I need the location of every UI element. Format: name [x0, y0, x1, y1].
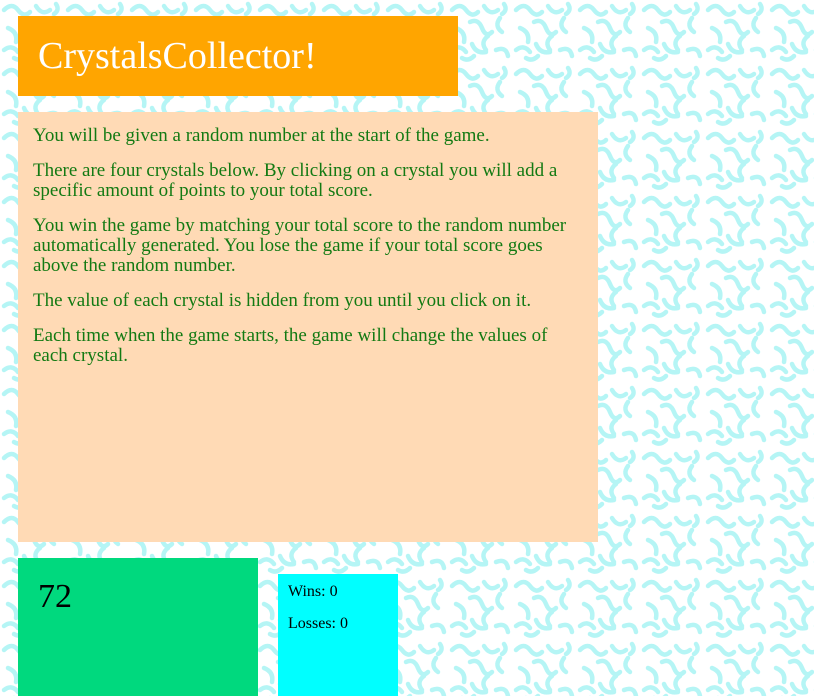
title-banner: CrystalsCollector!: [18, 16, 458, 96]
instruction-paragraph: There are four crystals below. By clicki…: [33, 160, 558, 201]
target-number-panel: 72: [18, 558, 258, 696]
instruction-paragraph: You win the game by matching your total …: [33, 215, 567, 276]
target-number: 72: [38, 578, 72, 615]
instructions-panel: You will be given a random number at the…: [18, 112, 598, 542]
losses-counter: Losses: 0: [288, 615, 348, 632]
instruction-paragraph: Each time when the game starts, the game…: [33, 325, 548, 366]
instruction-paragraph: You will be given a random number at the…: [33, 125, 490, 146]
wins-counter: Wins: 0: [288, 583, 338, 600]
game-title: CrystalsCollector!: [38, 35, 317, 77]
score-panel: Wins: 0 Losses: 0: [278, 574, 398, 696]
instruction-paragraph: The value of each crystal is hidden from…: [33, 290, 532, 311]
